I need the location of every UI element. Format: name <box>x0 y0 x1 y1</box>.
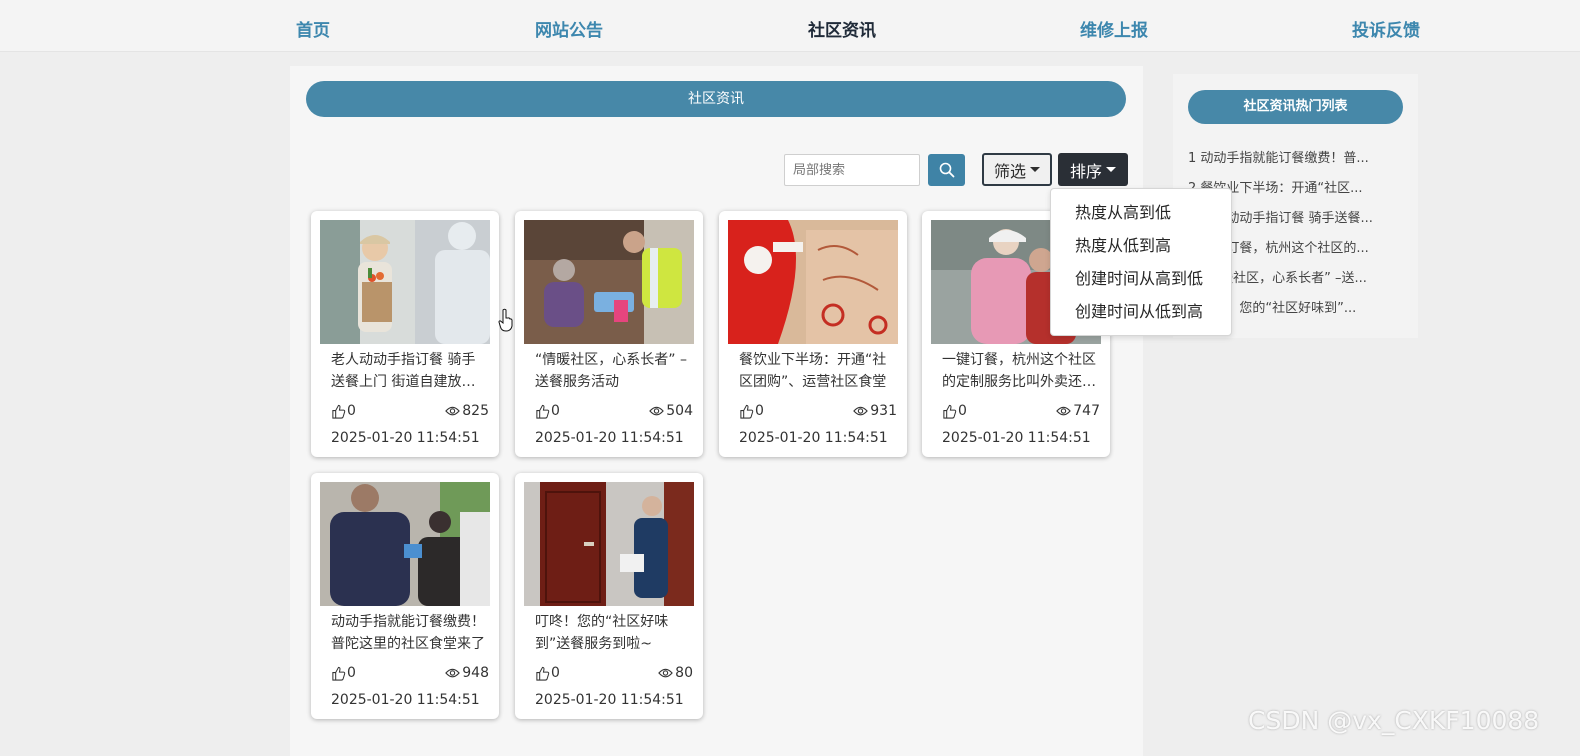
news-card[interactable]: 餐饮业下半场：开通“社区团购”、运营社区食堂 0 931 2025-01-20 … <box>719 211 907 457</box>
card-title[interactable]: 老人动动手指订餐 骑手送餐上门 街道自建放心食堂 <box>331 349 485 393</box>
eye-icon <box>1056 406 1072 416</box>
view-count-value: 931 <box>870 403 897 419</box>
hand-cursor-icon <box>498 308 513 332</box>
like-count[interactable]: 0 <box>331 665 356 681</box>
search-input[interactable] <box>784 154 920 186</box>
eye-icon <box>445 668 461 678</box>
sort-dropdown-menu: 热度从高到低 热度从低到高 创建时间从高到低 创建时间从低到高 <box>1050 188 1232 336</box>
view-count: 504 <box>649 403 693 419</box>
card-title[interactable]: 叮咚！您的“社区好味到”送餐服务到啦~ <box>535 611 689 655</box>
delivery-photo-icon <box>320 220 490 344</box>
card-date: 2025-01-20 11:54:51 <box>535 692 684 708</box>
hot-list-title: 社区资讯热门列表 <box>1188 90 1403 124</box>
tablet-photo-icon <box>320 482 490 606</box>
view-count-value: 504 <box>666 403 693 419</box>
card-date: 2025-01-20 11:54:51 <box>331 430 480 446</box>
card-title[interactable]: 餐饮业下半场：开通“社区团购”、运营社区食堂 <box>739 349 893 393</box>
news-card[interactable]: “情暖社区，心系长者” –送餐服务活动 0 504 2025-01-20 11:… <box>515 211 703 457</box>
news-card[interactable]: 动动手指就能订餐缴费！普陀这里的社区食堂来了 0 948 2025-01-20 … <box>311 473 499 719</box>
thumbs-up-icon <box>536 666 550 681</box>
card-date: 2025-01-20 11:54:51 <box>739 430 888 446</box>
eye-icon <box>649 406 665 416</box>
thumbs-up-icon <box>332 666 346 681</box>
nav-announcements[interactable]: 网站公告 <box>535 16 603 41</box>
sort-option-time-desc[interactable]: 创建时间从高到低 <box>1051 266 1231 299</box>
like-count-value: 0 <box>551 665 560 681</box>
sort-option-heat-asc[interactable]: 热度从低到高 <box>1051 233 1231 266</box>
card-date: 2025-01-20 11:54:51 <box>535 430 684 446</box>
volunteer-photo-icon <box>524 220 694 344</box>
like-count[interactable]: 0 <box>739 403 764 419</box>
nav-complaint-feedback[interactable]: 投诉反馈 <box>1352 16 1420 41</box>
like-count[interactable]: 0 <box>331 403 356 419</box>
chevron-down-icon <box>1030 167 1040 172</box>
eye-icon <box>658 668 673 678</box>
view-count: 931 <box>853 403 897 419</box>
view-count: 948 <box>445 665 489 681</box>
view-count: 80 <box>658 665 693 681</box>
news-card[interactable]: 老人动动手指订餐 骑手送餐上门 街道自建放心食堂 0 825 2025-01-2… <box>311 211 499 457</box>
thumbs-up-icon <box>740 404 754 419</box>
nav-home[interactable]: 首页 <box>296 16 330 41</box>
thumbs-up-icon <box>943 404 957 419</box>
view-count: 747 <box>1056 403 1100 419</box>
filter-label: 筛选 <box>993 161 1026 181</box>
sort-button[interactable]: 排序 <box>1058 153 1128 186</box>
like-count[interactable]: 0 <box>535 403 560 419</box>
card-title[interactable]: 一键订餐，杭州这个社区的定制服务比叫外卖还方便 <box>942 349 1096 393</box>
like-count-value: 0 <box>347 665 356 681</box>
watermark: CSDN @vx_CXKF10088 <box>1248 706 1540 735</box>
card-date: 2025-01-20 11:54:51 <box>331 692 480 708</box>
search-icon <box>939 162 954 178</box>
view-count: 825 <box>445 403 489 419</box>
search-button[interactable] <box>928 154 965 186</box>
view-count-value: 80 <box>675 665 693 681</box>
hot-list-item[interactable]: 1 动动手指就能订餐缴费！普... <box>1188 147 1398 166</box>
top-nav: 首页 网站公告 社区资讯 维修上报 投诉反馈 <box>0 0 1580 52</box>
like-count[interactable]: 0 <box>535 665 560 681</box>
doorstep-photo-icon <box>524 482 694 606</box>
section-title: 社区资讯 <box>306 81 1126 117</box>
news-card[interactable]: 叮咚！您的“社区好味到”送餐服务到啦~ 0 80 2025-01-20 11:5… <box>515 473 703 719</box>
takeout-photo-icon <box>728 220 898 344</box>
thumbs-up-icon <box>332 404 346 419</box>
view-count-value: 747 <box>1073 403 1100 419</box>
view-count-value: 825 <box>462 403 489 419</box>
like-count-value: 0 <box>958 403 967 419</box>
nav-repair-report[interactable]: 维修上报 <box>1080 16 1148 41</box>
chevron-down-icon <box>1106 167 1116 172</box>
nav-community-news[interactable]: 社区资讯 <box>808 16 876 41</box>
filter-button[interactable]: 筛选 <box>982 153 1052 186</box>
like-count[interactable]: 0 <box>942 403 967 419</box>
eye-icon <box>853 406 869 416</box>
card-title[interactable]: 动动手指就能订餐缴费！普陀这里的社区食堂来了 <box>331 611 485 655</box>
eye-icon <box>445 406 461 416</box>
sort-option-time-asc[interactable]: 创建时间从低到高 <box>1051 299 1231 332</box>
card-title[interactable]: “情暖社区，心系长者” –送餐服务活动 <box>535 349 689 393</box>
like-count-value: 0 <box>551 403 560 419</box>
thumbs-up-icon <box>536 404 550 419</box>
like-count-value: 0 <box>755 403 764 419</box>
like-count-value: 0 <box>347 403 356 419</box>
sort-label: 排序 <box>1069 161 1102 181</box>
card-date: 2025-01-20 11:54:51 <box>942 430 1091 446</box>
sort-option-heat-desc[interactable]: 热度从高到低 <box>1051 200 1231 233</box>
view-count-value: 948 <box>462 665 489 681</box>
